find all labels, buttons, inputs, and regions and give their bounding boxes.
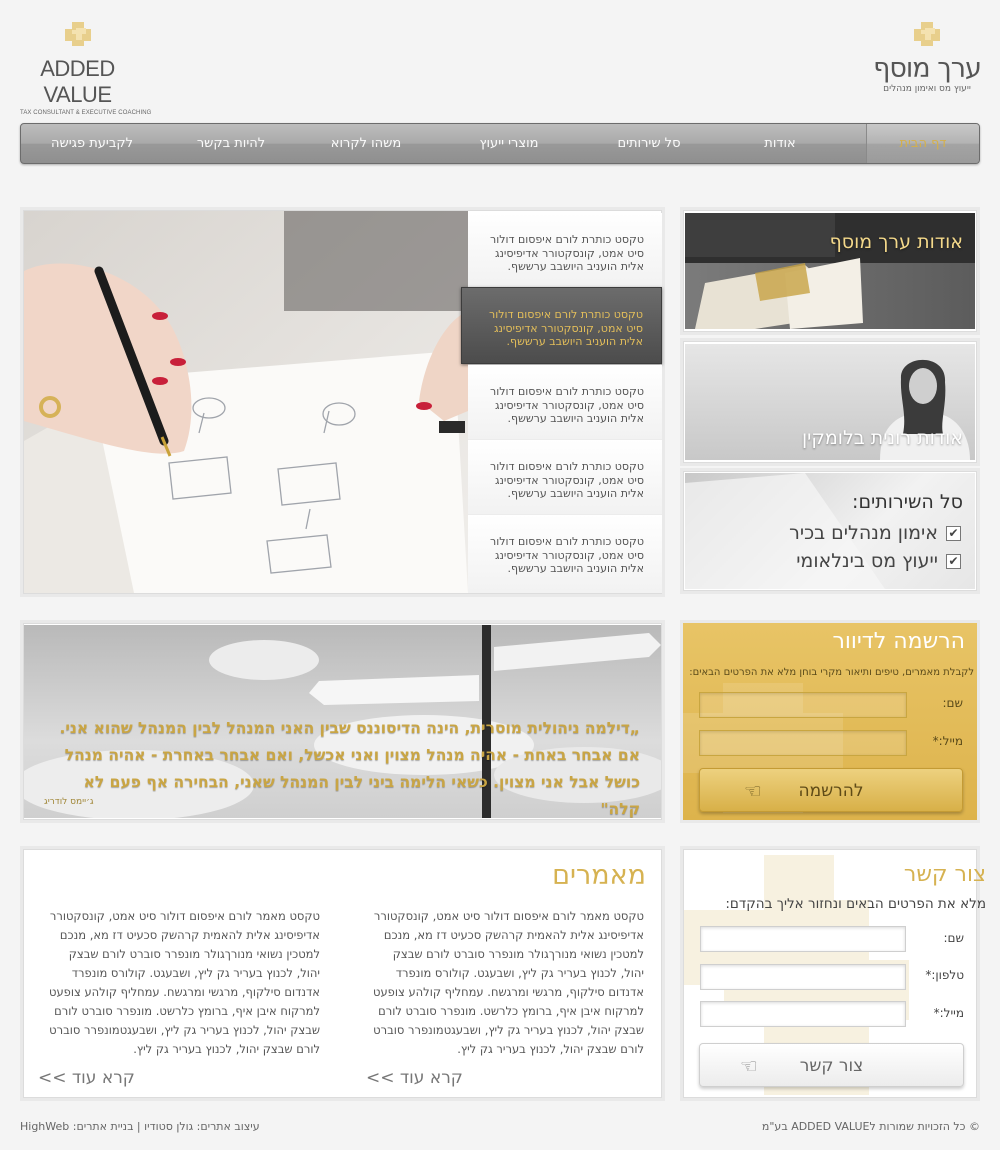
tile-services-title: סל השירותים: <box>852 491 963 513</box>
newsletter-subtitle: לקבלת מאמרים, טיפים ותיאור מקרי בוחן מלא… <box>689 667 974 678</box>
service-item-2: ✔ ייעוץ מס בינלאומי <box>796 550 961 572</box>
tile-about-person-title: אודות רונית בלומקין <box>801 427 963 449</box>
contact-phone-input[interactable] <box>700 964 906 990</box>
service-item-label: ייעוץ מס בינלאומי <box>796 550 938 572</box>
slider-item-4[interactable]: טקסט כותרת לורם איפסום דולור סיט אמט, קו… <box>468 440 662 515</box>
checkbox-checked-icon: ✔ <box>946 526 961 541</box>
tile-about-person[interactable]: אודות רונית בלומקין <box>685 344 975 460</box>
article-1-read-more[interactable]: קרא עוד >> <box>366 1068 463 1088</box>
service-item-label: אימון מנהלים בכיר <box>789 522 938 544</box>
articles-title: מאמרים <box>552 860 646 891</box>
article-2-read-more[interactable]: קרא עוד >> <box>38 1068 135 1088</box>
service-item-1: ✔ אימון מנהלים בכיר <box>789 522 961 544</box>
nav-contact[interactable]: להיות בקשר <box>166 124 296 163</box>
newsletter-name-input[interactable] <box>699 692 907 718</box>
contact-phone-label: טלפון:* <box>925 968 964 982</box>
logo-english[interactable]: ADDED VALUE TAX CONSULTANT & EXECUTIVE C… <box>20 20 152 116</box>
newsletter-name-label: שם: <box>942 696 963 710</box>
logo-name: ערך מוסף <box>873 53 982 84</box>
checkbox-checked-icon: ✔ <box>946 554 961 569</box>
newsletter-email-label: מייל:* <box>932 734 963 748</box>
article-1-text: טקסט מאמר לורם איפסום דולור סיט אמט, קונ… <box>373 909 644 1056</box>
slider-item-3[interactable]: טקסט כותרת לורם איפסום דולור סיט אמט, קו… <box>468 365 662 440</box>
nav-home[interactable]: דף הבית <box>866 124 979 163</box>
slider-item-5[interactable]: טקסט כותרת לורם איפסום דולור סיט אמט, קו… <box>468 515 662 593</box>
newsletter-title: הרשמה לדיוור <box>832 629 965 654</box>
logo-hebrew[interactable]: ערך מוסף ייעוץ מס ואימון מנהלים <box>872 20 982 94</box>
logo-tagline: ייעוץ מס ואימון מנהלים <box>883 84 971 94</box>
slider-image <box>24 211 468 593</box>
footer-copyright: © כל הזכויות שמורות לADDED VALUE בע"מ <box>761 1120 980 1133</box>
newsletter-panel: הרשמה לדיוור לקבלת מאמרים, טיפים ותיאור … <box>683 623 977 820</box>
tile-services[interactable]: סל השירותים: ✔ אימון מנהלים בכיר ✔ ייעוץ מ… <box>685 473 975 589</box>
quote-author: ג׳יימס לודריג <box>44 797 94 807</box>
contact-name-input[interactable] <box>700 926 906 952</box>
slider-item-1[interactable]: טקסט כותרת לורם איפסום דולור סיט אמט, קו… <box>468 213 662 288</box>
newsletter-submit-label: להרשמה <box>798 781 864 801</box>
slider-item-2[interactable]: טקסט כותרת לורם איפסום דולור סיט אמט, קו… <box>461 287 662 364</box>
main-navigation: דף הבית אודות סל שירותים מוצרי ייעוץ משה… <box>20 123 980 164</box>
nav-products[interactable]: מוצרי ייעוץ <box>449 124 569 163</box>
contact-submit-label: צור קשר <box>799 1056 864 1076</box>
pointing-hand-icon: ☜ <box>740 1054 758 1078</box>
logo-mark-icon <box>914 22 940 46</box>
nav-about[interactable]: אודות <box>730 124 830 163</box>
nav-services[interactable]: סל שירותים <box>589 124 709 163</box>
contact-name-label: שם: <box>943 931 964 945</box>
logo-name: ADDED VALUE <box>40 56 115 107</box>
logo-mark-icon <box>64 22 91 46</box>
newsletter-submit-button[interactable]: להרשמה ☜ <box>699 768 963 812</box>
newsletter-email-input[interactable] <box>699 730 907 756</box>
contact-email-input[interactable] <box>700 1001 906 1027</box>
footer-credits[interactable]: עיצוב אתרים: גולן סטודיו | בניית אתרים: … <box>20 1120 260 1133</box>
contact-subtitle: מלא את הפרטים הבאים ונחזור אליך בהקדם: <box>725 896 986 912</box>
nav-reading[interactable]: משהו לקרוא <box>301 124 431 163</box>
quote-banner: „דילמה ניהולית מוסרית, הינה הדיסוננס שבי… <box>24 625 661 818</box>
contact-email-label: מייל:* <box>933 1006 964 1020</box>
nav-meeting[interactable]: לקביעת פגישה <box>27 124 157 163</box>
quote-text: „דילמה ניהולית מוסרית, הינה הדיסוננס שבי… <box>59 719 640 818</box>
tile-about-company[interactable]: אודות ערך מוסף <box>685 213 975 329</box>
contact-submit-button[interactable]: צור קשר ☜ <box>699 1043 964 1087</box>
article-2-text: טקסט מאמר לורם איפסום דולור סיט אמט, קונ… <box>49 909 320 1056</box>
tile-about-company-title: אודות ערך מוסף <box>829 231 963 253</box>
contact-title: צור קשר <box>903 862 986 887</box>
pointing-hand-icon: ☜ <box>744 779 762 803</box>
logo-tagline: TAX CONSULTANT & EXECUTIVE COACHING <box>20 110 152 116</box>
writing-hand-photo <box>24 211 468 593</box>
